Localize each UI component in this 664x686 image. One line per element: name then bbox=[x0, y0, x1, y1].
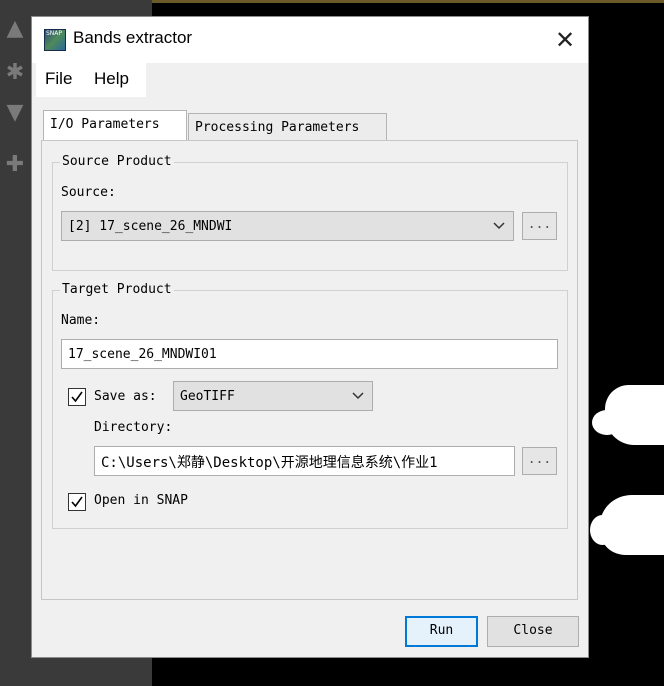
source-product-title: Source Product bbox=[60, 154, 174, 169]
dialog-title: Bands extractor bbox=[73, 28, 193, 47]
directory-input[interactable]: C:\Users\郑静\Desktop\开源地理信息系统\作业1 bbox=[94, 446, 515, 476]
background-window-edge bbox=[152, 0, 664, 3]
bands-extractor-dialog: SNAP Bands extractor ✕ File Help I/O Par… bbox=[31, 16, 589, 658]
close-icon[interactable]: ✕ bbox=[550, 25, 580, 55]
chevron-down-icon bbox=[493, 219, 505, 233]
directory-browse-button[interactable]: ... bbox=[522, 447, 557, 475]
menu-help[interactable]: Help bbox=[94, 69, 129, 89]
source-label: Source: bbox=[61, 185, 116, 200]
save-as-label: Save as: bbox=[94, 389, 157, 404]
tab-processing-parameters[interactable]: Processing Parameters bbox=[188, 113, 387, 141]
up-arrow-icon: ▲ bbox=[6, 16, 24, 41]
run-button[interactable]: Run bbox=[405, 616, 478, 647]
directory-label: Directory: bbox=[94, 420, 173, 435]
menu-bar: File Help bbox=[32, 63, 588, 97]
target-name-input[interactable]: 17_scene_26_MNDWI01 bbox=[61, 339, 558, 369]
target-product-title: Target Product bbox=[60, 282, 174, 297]
crosshair-icon: ✚ bbox=[5, 152, 25, 177]
format-select[interactable]: GeoTIFF bbox=[173, 381, 373, 411]
open-in-snap-label: Open in SNAP bbox=[94, 493, 188, 508]
io-parameters-panel: Source Product Source: [2] 17_scene_26_M… bbox=[41, 140, 578, 600]
chevron-down-icon bbox=[352, 389, 364, 403]
title-bar[interactable]: SNAP Bands extractor ✕ bbox=[32, 17, 588, 63]
down-arrow-icon: ▼ bbox=[6, 100, 24, 125]
gear-icon: ✱ bbox=[5, 60, 25, 85]
source-browse-button[interactable]: ... bbox=[522, 212, 557, 240]
tab-io-parameters[interactable]: I/O Parameters bbox=[43, 110, 187, 140]
save-as-checkbox[interactable] bbox=[68, 388, 86, 406]
source-product-select[interactable]: [2] 17_scene_26_MNDWI bbox=[61, 211, 514, 241]
name-label: Name: bbox=[61, 313, 101, 328]
open-in-snap-checkbox[interactable] bbox=[68, 493, 86, 511]
target-product-group: Target Product Name: 17_scene_26_MNDWI01… bbox=[52, 282, 568, 529]
snap-app-icon: SNAP bbox=[44, 29, 66, 51]
menu-file[interactable]: File bbox=[45, 69, 72, 89]
close-button[interactable]: Close bbox=[487, 616, 579, 647]
source-product-group: Source Product Source: [2] 17_scene_26_M… bbox=[52, 154, 568, 271]
